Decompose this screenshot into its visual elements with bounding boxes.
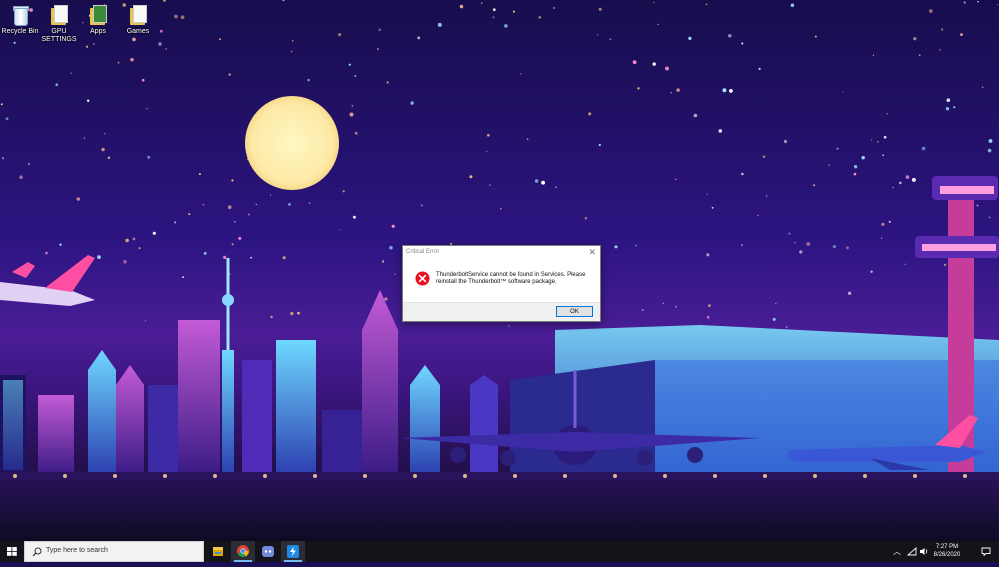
taskbar-search-box[interactable]: Type here to search: [24, 541, 204, 562]
chevron-up-icon[interactable]: ︿: [893, 546, 901, 557]
thunderbolt-icon: [287, 545, 299, 558]
taskbar: Type here to search ︿ 7:27 PM 8/26/2020: [0, 541, 999, 562]
close-icon[interactable]: ✕: [588, 247, 596, 257]
start-button[interactable]: [0, 541, 24, 562]
error-icon: [415, 271, 430, 286]
recycle-bin-icon: [10, 4, 30, 26]
taskbar-clock[interactable]: 7:27 PM 8/26/2020: [927, 543, 967, 559]
dialog-title: Critical Error: [406, 249, 440, 255]
dialog-footer: OK: [403, 302, 600, 321]
clock-date: 8/26/2020: [933, 552, 961, 558]
discord-icon: [262, 546, 274, 557]
chrome-icon: [237, 545, 249, 557]
notification-icon[interactable]: [981, 547, 991, 556]
network-icon[interactable]: [907, 547, 917, 556]
file-explorer-icon: [213, 547, 223, 556]
dialog-message: ThunderboltService cannot be found in Se…: [436, 272, 586, 285]
desktop-icon-gpu-settings[interactable]: GPU SETTINGS: [39, 4, 79, 44]
desktop[interactable]: Recycle Bin GPU SETTINGS Apps Games Crit…: [0, 0, 999, 541]
folder-icon: [128, 4, 148, 26]
critical-error-dialog: Critical Error ✕ ThunderboltService cann…: [402, 245, 601, 322]
clock-time: 7:27 PM: [935, 544, 959, 550]
desktop-icon-label: Apps: [90, 28, 106, 35]
taskbar-app-file-explorer[interactable]: [206, 541, 230, 562]
desktop-icon-label: GPU SETTINGS: [41, 28, 77, 43]
desktop-icon-recycle-bin[interactable]: Recycle Bin: [0, 4, 40, 36]
folder-icon: [49, 4, 69, 26]
folder-icon: [88, 4, 108, 26]
system-tray: ︿ 7:27 PM 8/26/2020: [889, 541, 999, 562]
windows-logo-icon: [7, 547, 17, 556]
desktop-icon-apps[interactable]: Apps: [78, 4, 118, 36]
desktop-icon-label: Recycle Bin: [1, 28, 39, 35]
search-icon: [32, 547, 42, 557]
taskbar-app-discord[interactable]: [256, 541, 280, 562]
desktop-icon-label: Games: [126, 28, 150, 35]
ok-button[interactable]: OK: [556, 306, 593, 317]
taskbar-app-thunderbolt[interactable]: [281, 541, 305, 562]
desktop-icon-games[interactable]: Games: [118, 4, 158, 36]
taskbar-app-chrome[interactable]: [231, 541, 255, 562]
search-placeholder: Type here to search: [46, 547, 108, 554]
